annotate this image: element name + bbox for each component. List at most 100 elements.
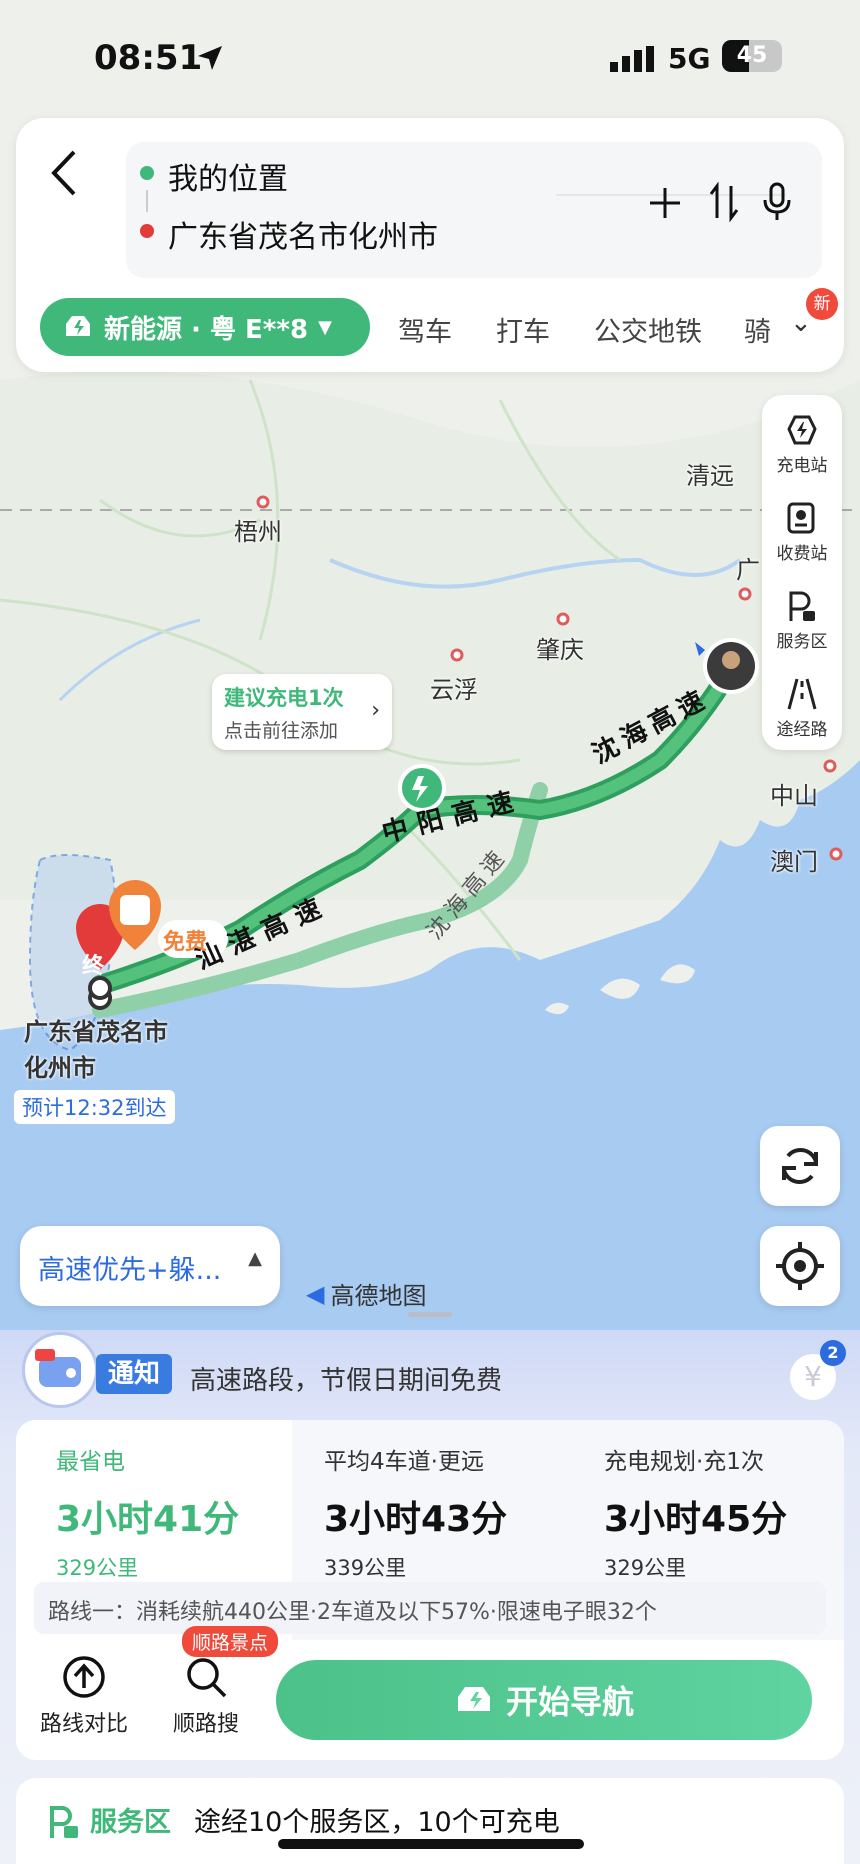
connector-line bbox=[146, 190, 148, 212]
tool-toll-station[interactable]: 收费站 bbox=[762, 501, 842, 564]
preference-label: 高速优先+躲... bbox=[38, 1255, 222, 1286]
network-type: 5G bbox=[668, 42, 711, 75]
along-scenic-badge: 顺路景点 bbox=[182, 1626, 279, 1657]
chevron-right-icon: › bbox=[371, 698, 380, 723]
route-compare-button[interactable]: 路线对比 bbox=[34, 1654, 134, 1738]
ev-car-icon bbox=[66, 316, 90, 336]
via-road-icon bbox=[787, 678, 817, 710]
battery-icon: 45 bbox=[722, 40, 782, 72]
compare-label: 路线对比 bbox=[39, 1712, 128, 1737]
charge-suggestion-subtitle: 点击前往添加 bbox=[224, 720, 339, 742]
route-label: 充电规划·充1次 bbox=[604, 1449, 764, 1475]
charge-suggestion-callout[interactable]: 建议充电1次 点击前往添加 › bbox=[212, 674, 392, 750]
status-bar: 08:51 5G 45 bbox=[0, 0, 860, 110]
service-area-icon bbox=[50, 1806, 78, 1838]
tool-service-area[interactable]: 服务区 bbox=[762, 589, 842, 652]
route-label: 最省电 bbox=[56, 1449, 125, 1475]
mode-tab-transit[interactable]: 公交地铁 bbox=[594, 310, 702, 349]
route-sheet: 通知 高速路段，节假日期间免费 ¥ 2 最省电 3小时41分 329公里 平均4… bbox=[0, 1330, 860, 1864]
notice-tag: 通知 bbox=[96, 1354, 173, 1394]
location-arrow-icon bbox=[196, 44, 224, 76]
sheet-drag-handle[interactable] bbox=[408, 1312, 452, 1317]
microphone-icon[interactable] bbox=[762, 182, 792, 222]
route-inputs: 我的位置 广东省茂名市化州市 bbox=[126, 142, 822, 278]
service-area-title: 服务区 bbox=[90, 1807, 171, 1838]
yen-icon: ¥ bbox=[804, 1360, 822, 1393]
route-distance: 329公里 bbox=[604, 1556, 687, 1580]
action-bar: 路线对比 顺路搜 顺路景点 开始导航 bbox=[16, 1626, 844, 1760]
back-button[interactable] bbox=[46, 148, 82, 202]
refresh-route-button[interactable] bbox=[760, 1126, 840, 1206]
caret-up-icon: ▲ bbox=[248, 1248, 262, 1269]
start-label: 开始导航 bbox=[505, 1683, 634, 1721]
new-badge: 新 bbox=[806, 288, 838, 320]
eta-label: 预计12:32到达 bbox=[14, 1090, 175, 1124]
tool-via-road[interactable]: 途经路 bbox=[762, 677, 842, 740]
amap-logo-icon: ◀ bbox=[306, 1279, 325, 1308]
start-navigation-button[interactable]: 开始导航 bbox=[276, 1660, 812, 1740]
swap-icon[interactable] bbox=[708, 182, 740, 222]
compare-icon bbox=[63, 1656, 105, 1698]
status-time: 08:51 bbox=[94, 38, 203, 78]
tool-label: 服务区 bbox=[776, 632, 828, 652]
vehicle-label: 新能源 · 粤 E**8 bbox=[104, 314, 309, 345]
notice-text[interactable]: 高速路段，节假日期间免费 bbox=[190, 1360, 502, 1397]
route-time: 3小时45分 bbox=[604, 1499, 788, 1540]
destination-dot-icon bbox=[140, 224, 154, 238]
service-area-icon bbox=[789, 591, 815, 621]
signal-icon bbox=[610, 46, 658, 76]
tool-label: 充电站 bbox=[776, 456, 828, 476]
map-logo-text: 高德地图 bbox=[330, 1282, 427, 1310]
city-label-zhongshan: 中山 bbox=[770, 782, 818, 810]
destination-field[interactable]: 广东省茂名市化州市 bbox=[168, 212, 438, 256]
home-indicator bbox=[278, 1839, 584, 1849]
along-search-label: 顺路搜 bbox=[172, 1712, 239, 1737]
service-area-text: 途经10个服务区，10个可充电 bbox=[194, 1807, 560, 1838]
route-distance: 329公里 bbox=[56, 1556, 139, 1580]
tool-label: 收费站 bbox=[776, 544, 828, 564]
route-label: 平均4车道·更远 bbox=[324, 1449, 484, 1475]
chevron-down-icon: ▼ bbox=[318, 316, 332, 338]
mode-tab-bike[interactable]: 骑 bbox=[744, 310, 772, 349]
origin-field[interactable]: 我的位置 bbox=[168, 154, 288, 198]
along-search-button[interactable]: 顺路搜 bbox=[156, 1654, 256, 1738]
coupon-count-badge: 2 bbox=[820, 1340, 846, 1366]
locate-icon bbox=[776, 1242, 824, 1290]
mode-tab-drive[interactable]: 驾车 bbox=[398, 310, 452, 349]
charge-suggestion-title: 建议充电1次 bbox=[224, 686, 344, 710]
ev-car-icon bbox=[457, 1687, 490, 1711]
city-label-yunfu: 云浮 bbox=[430, 676, 478, 704]
add-waypoint-button[interactable] bbox=[648, 186, 682, 220]
end-marker-text: 终 bbox=[82, 954, 105, 979]
city-label-wuzhou: 梧州 bbox=[234, 518, 282, 546]
free-tag: 免费 bbox=[163, 930, 208, 955]
toll-station-icon bbox=[787, 502, 815, 534]
search-icon bbox=[187, 1658, 227, 1698]
charging-station-icon bbox=[787, 415, 817, 445]
locate-me-button[interactable] bbox=[760, 1226, 840, 1306]
city-label-qingyuan: 清远 bbox=[686, 462, 734, 490]
refresh-icon bbox=[782, 1148, 818, 1184]
route-info: 路线一：消耗续航440公里·2车道及以下57%·限速电子眼32个 bbox=[34, 1582, 826, 1634]
service-area-row[interactable]: 服务区 途经10个服务区，10个可充电 bbox=[16, 1778, 844, 1864]
route-time: 3小时43分 bbox=[324, 1499, 508, 1540]
tool-label: 途经路 bbox=[776, 720, 828, 740]
city-label-macau: 澳门 bbox=[770, 848, 818, 876]
chevron-left-icon bbox=[51, 150, 76, 196]
route-time: 3小时41分 bbox=[56, 1499, 240, 1540]
city-label-zhaoqing: 肇庆 bbox=[536, 636, 584, 664]
wallet-icon bbox=[22, 1332, 98, 1408]
mode-tab-taxi[interactable]: 打车 bbox=[496, 310, 550, 349]
origin-dot-icon bbox=[140, 166, 154, 180]
map-layer-toolbar: 充电站 收费站 服务区 途经路 bbox=[762, 395, 842, 750]
battery-level: 45 bbox=[736, 43, 768, 68]
route-preference-button[interactable]: 高速优先+躲... ▲ bbox=[20, 1226, 280, 1306]
route-search-card: 我的位置 广东省茂名市化州市 新能源 · 粤 E**8 ▼ 驾车 打车 公交地铁… bbox=[16, 118, 844, 372]
city-label-guangzhou: 广 bbox=[736, 556, 760, 584]
destination-label-line2: 化州市 bbox=[24, 1054, 96, 1082]
tool-charging-station[interactable]: 充电站 bbox=[762, 413, 842, 476]
map-logo: ◀ 高德地图 bbox=[306, 1276, 426, 1311]
destination-label-line1: 广东省茂名市 bbox=[24, 1018, 168, 1046]
vehicle-selector[interactable]: 新能源 · 粤 E**8 ▼ bbox=[40, 298, 370, 356]
route-distance: 339公里 bbox=[324, 1556, 407, 1580]
